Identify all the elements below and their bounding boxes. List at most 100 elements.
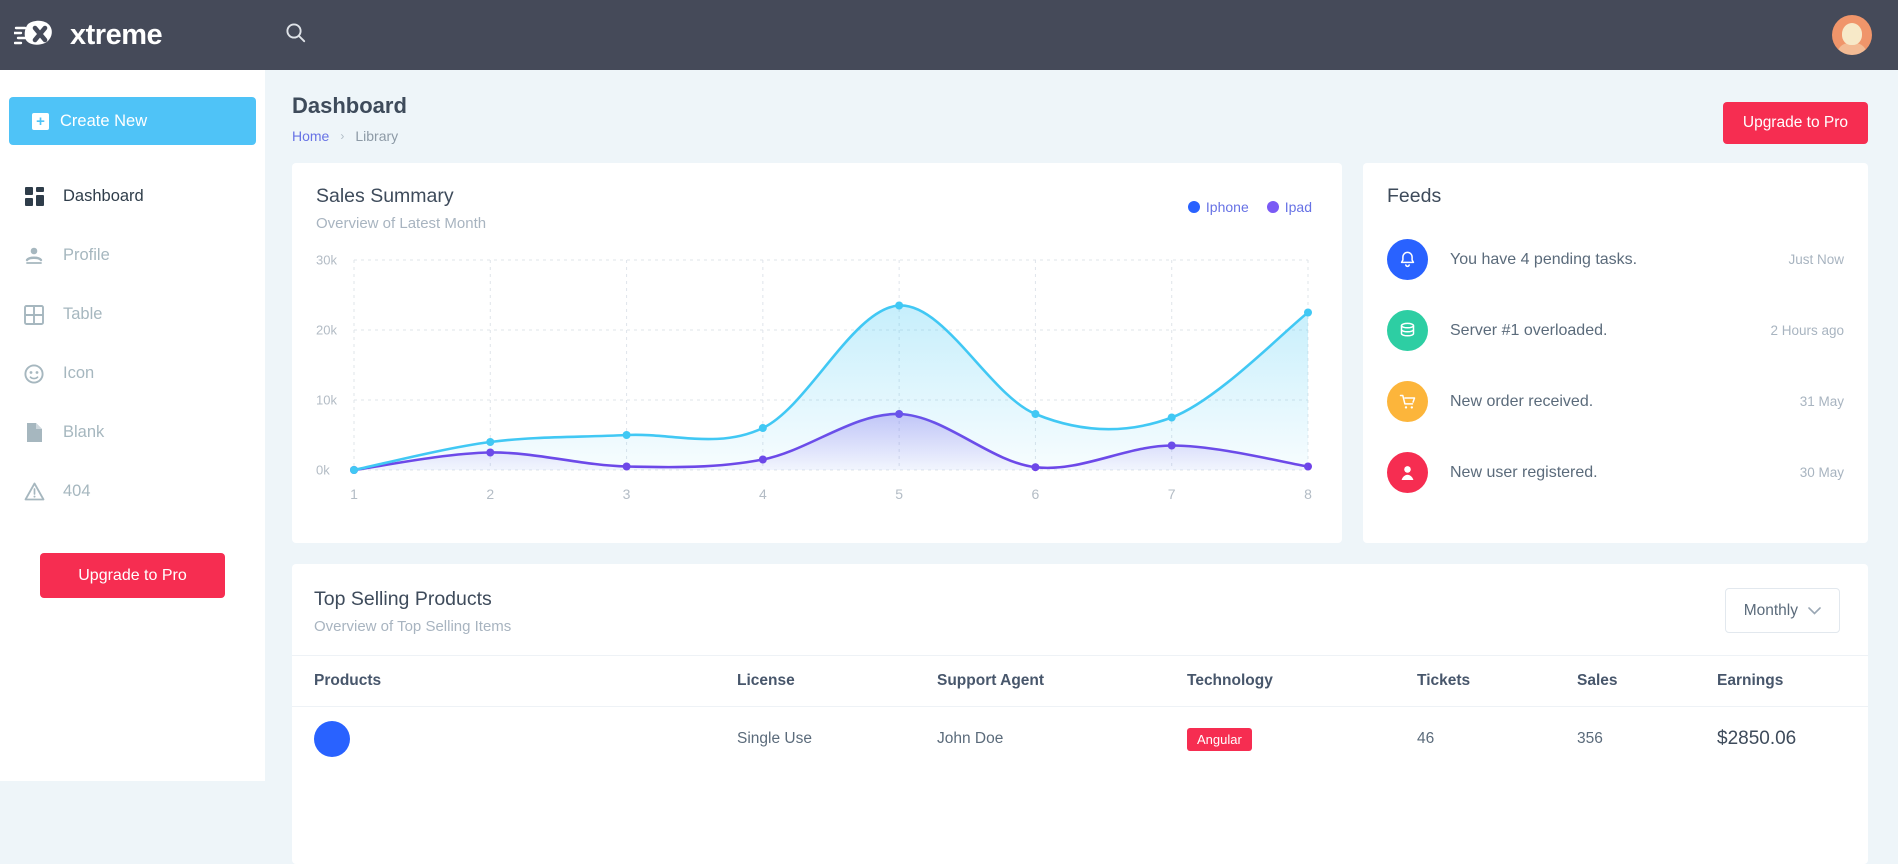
sidebar-upgrade-button[interactable]: Upgrade to Pro bbox=[40, 553, 225, 598]
x-tick-label: 6 bbox=[1032, 486, 1040, 502]
list-item[interactable]: New order received. 31 May bbox=[1387, 366, 1844, 437]
cell-product bbox=[292, 707, 727, 772]
avatar[interactable] bbox=[1832, 15, 1872, 55]
products-table-head: Products License Support Agent Technolog… bbox=[292, 656, 1868, 707]
x-tick-label: 5 bbox=[895, 486, 903, 502]
period-select[interactable]: Monthly bbox=[1725, 588, 1840, 633]
feeds-card: Feeds You have 4 pending tasks. Just Now… bbox=[1363, 163, 1868, 543]
breadcrumb-home[interactable]: Home bbox=[292, 128, 329, 144]
y-tick-label: 10k bbox=[316, 393, 337, 408]
sidebar-item-table[interactable]: Table bbox=[0, 285, 265, 344]
table-header-bar: Top Selling Products Overview of Top Sel… bbox=[292, 564, 1868, 635]
create-new-label: Create New bbox=[60, 112, 147, 131]
column-earnings: Earnings bbox=[1707, 656, 1868, 707]
legend-item-ipad[interactable]: Ipad bbox=[1267, 199, 1312, 215]
sales-summary-title: Sales Summary bbox=[316, 185, 1318, 208]
sidebar-item-label: Table bbox=[63, 305, 102, 324]
page-header: Dashboard Home › Library Upgrade to Pro bbox=[265, 70, 1898, 144]
smiley-icon bbox=[23, 363, 45, 385]
file-icon bbox=[23, 422, 45, 444]
y-tick-label: 20k bbox=[316, 323, 337, 338]
top-selling-products-card: Top Selling Products Overview of Top Sel… bbox=[292, 564, 1868, 864]
chart-legend: Iphone Ipad bbox=[1188, 199, 1312, 215]
top-navbar: xtreme bbox=[0, 0, 1898, 70]
column-sales: Sales bbox=[1567, 656, 1707, 707]
feed-time: 2 Hours ago bbox=[1770, 323, 1844, 338]
sales-chart: 0k 10k 20k 30k 1 2 3 4 5 6 7 8 bbox=[316, 248, 1318, 508]
sidebar-item-profile[interactable]: Profile bbox=[0, 226, 265, 285]
product-cell bbox=[314, 721, 717, 757]
xtreme-logo-icon bbox=[14, 16, 60, 54]
avatar-head bbox=[1842, 23, 1862, 45]
list-item[interactable]: You have 4 pending tasks. Just Now bbox=[1387, 224, 1844, 295]
feeds-title: Feeds bbox=[1387, 185, 1844, 208]
x-tick-label: 4 bbox=[759, 486, 767, 502]
x-tick-label: 2 bbox=[486, 486, 494, 502]
sales-summary-subtitle: Overview of Latest Month bbox=[316, 215, 1318, 232]
legend-dot-iphone bbox=[1188, 201, 1200, 213]
list-item[interactable]: Server #1 overloaded. 2 Hours ago bbox=[1387, 295, 1844, 366]
page-title: Dashboard bbox=[292, 93, 407, 119]
sidebar-item-label: Icon bbox=[63, 364, 94, 383]
column-license: License bbox=[727, 656, 927, 707]
x-tick-label: 8 bbox=[1304, 486, 1312, 502]
y-tick-label: 0k bbox=[316, 463, 330, 478]
feed-text: New user registered. bbox=[1450, 464, 1598, 482]
brand-text: xtreme bbox=[70, 19, 162, 52]
main-content: Dashboard Home › Library Upgrade to Pro … bbox=[265, 70, 1898, 781]
products-subtitle: Overview of Top Selling Items bbox=[314, 618, 511, 635]
sidebar-item-404[interactable]: 404 bbox=[0, 462, 265, 521]
chart-svg bbox=[316, 248, 1318, 480]
cell-license: Single Use bbox=[727, 707, 927, 772]
products-title: Top Selling Products bbox=[314, 588, 511, 611]
cart-icon bbox=[1387, 381, 1428, 422]
sidebar-nav: Dashboard Profile Table Icon Blank bbox=[0, 167, 265, 521]
cell-earnings: $2850.06 bbox=[1707, 707, 1868, 772]
warning-icon bbox=[23, 481, 45, 503]
legend-label-ipad: Ipad bbox=[1285, 199, 1312, 215]
period-select-value: Monthly bbox=[1744, 602, 1798, 620]
search-icon[interactable] bbox=[285, 22, 306, 48]
cards-row: Sales Summary Overview of Latest Month I… bbox=[265, 144, 1898, 543]
avatar-body bbox=[1837, 43, 1867, 55]
sidebar: + Create New Dashboard Profile Table I bbox=[0, 70, 265, 781]
sidebar-item-dashboard[interactable]: Dashboard bbox=[0, 167, 265, 226]
product-avatar bbox=[314, 721, 350, 757]
database-icon bbox=[1387, 310, 1428, 351]
create-new-button[interactable]: + Create New bbox=[9, 97, 256, 145]
feed-text: You have 4 pending tasks. bbox=[1450, 251, 1637, 269]
legend-item-iphone[interactable]: Iphone bbox=[1188, 199, 1249, 215]
x-tick-label: 3 bbox=[623, 486, 631, 502]
column-tickets: Tickets bbox=[1407, 656, 1567, 707]
table-row[interactable]: Single Use John Doe Angular 46 356 $2850… bbox=[292, 707, 1868, 772]
table-header-titles: Top Selling Products Overview of Top Sel… bbox=[314, 588, 511, 635]
column-products: Products bbox=[292, 656, 727, 707]
legend-dot-ipad bbox=[1267, 201, 1279, 213]
brand[interactable]: xtreme bbox=[0, 16, 265, 54]
sidebar-item-icon[interactable]: Icon bbox=[0, 344, 265, 403]
cell-technology: Angular bbox=[1177, 707, 1407, 772]
feeds-list: You have 4 pending tasks. Just Now Serve… bbox=[1387, 224, 1844, 508]
chevron-right-icon: › bbox=[340, 129, 344, 143]
cell-support-agent: John Doe bbox=[927, 707, 1177, 772]
list-item[interactable]: New user registered. 30 May bbox=[1387, 437, 1844, 508]
user-icon bbox=[1387, 452, 1428, 493]
column-support-agent: Support Agent bbox=[927, 656, 1177, 707]
plus-icon: + bbox=[32, 113, 49, 130]
products-table: Products License Support Agent Technolog… bbox=[292, 655, 1868, 771]
x-tick-label: 7 bbox=[1168, 486, 1176, 502]
breadcrumb-current: Library bbox=[355, 128, 398, 144]
upgrade-to-pro-button[interactable]: Upgrade to Pro bbox=[1723, 102, 1868, 144]
x-tick-label: 1 bbox=[350, 486, 358, 502]
feed-text: New order received. bbox=[1450, 393, 1593, 411]
feed-text: Server #1 overloaded. bbox=[1450, 322, 1607, 340]
y-tick-label: 30k bbox=[316, 253, 337, 268]
feed-time: 31 May bbox=[1800, 394, 1844, 409]
status-badge: Angular bbox=[1187, 728, 1252, 751]
bell-icon bbox=[1387, 239, 1428, 280]
sidebar-item-label: Blank bbox=[63, 423, 104, 442]
page-header-left: Dashboard Home › Library bbox=[292, 93, 407, 144]
sidebar-item-blank[interactable]: Blank bbox=[0, 403, 265, 462]
user-icon bbox=[23, 245, 45, 267]
table-icon bbox=[23, 304, 45, 326]
